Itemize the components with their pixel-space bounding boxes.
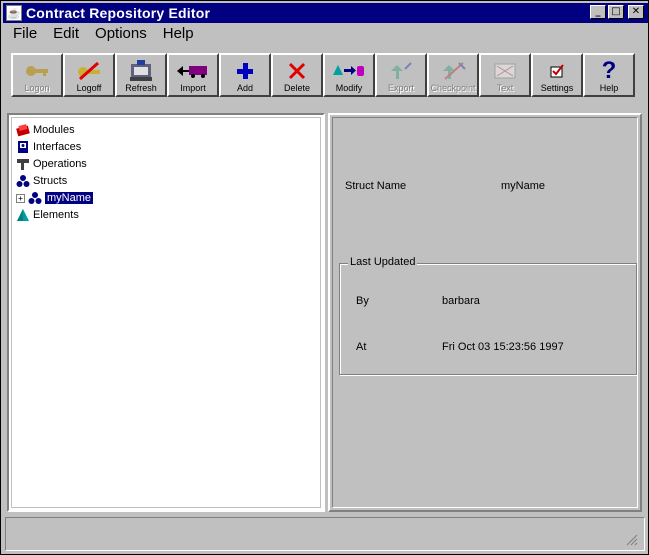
app-window: ☕ Contract Repository Editor _ □ ✕ File …: [0, 0, 649, 555]
settings-icon: [548, 59, 566, 83]
menu-edit[interactable]: Edit: [45, 25, 87, 42]
key-icon: [24, 59, 50, 83]
logon-button[interactable]: Logon: [11, 53, 63, 97]
minimize-button[interactable]: _: [590, 5, 606, 19]
struct-name-label: Struct Name: [345, 180, 407, 192]
plus-icon: [235, 59, 255, 83]
tree-item-structs[interactable]: Structs: [16, 173, 67, 189]
maximize-button[interactable]: □: [608, 5, 624, 19]
modify-button[interactable]: Modify: [323, 53, 375, 97]
refresh-button[interactable]: Refresh: [115, 53, 167, 97]
checkpoint-button[interactable]: Checkpoint: [427, 53, 479, 97]
import-truck-icon: [176, 59, 210, 83]
window-title: Contract Repository Editor: [26, 5, 211, 21]
menu-file[interactable]: File: [5, 25, 45, 42]
tree-pane[interactable]: Modules Interfaces Operations Structs + …: [7, 113, 325, 512]
refresh-icon: [128, 59, 154, 83]
key-cancel-icon: [76, 59, 102, 83]
menu-options[interactable]: Options: [87, 25, 155, 42]
close-button[interactable]: ✕: [628, 5, 644, 19]
delete-button[interactable]: Delete: [271, 53, 323, 97]
title-bar[interactable]: ☕ Contract Repository Editor _ □ ✕: [3, 3, 648, 23]
import-button[interactable]: Import: [167, 53, 219, 97]
help-button[interactable]: ? Help: [583, 53, 635, 97]
elements-icon: [16, 208, 30, 222]
expand-toggle[interactable]: +: [16, 193, 25, 203]
by-value: barbara: [442, 295, 480, 307]
tree-item-myname[interactable]: + myName: [16, 190, 94, 206]
detail-panel: Struct Name myName Last Updated By barba…: [332, 117, 638, 508]
modules-icon: [16, 123, 30, 137]
at-value: Fri Oct 03 15:23:56 1997: [442, 341, 564, 353]
struct-name-value: myName: [501, 180, 546, 192]
interfaces-icon: [16, 140, 30, 154]
tree-item-modules[interactable]: Modules: [16, 122, 75, 138]
text-button[interactable]: Text: [479, 53, 531, 97]
status-bar: [5, 517, 645, 551]
tree-item-operations[interactable]: Operations: [16, 156, 87, 172]
toolbar: Logon Logoff Refresh Import Add Delete M…: [11, 53, 635, 97]
settings-button[interactable]: Settings: [531, 53, 583, 97]
structs-icon: [16, 174, 30, 188]
question-icon: ?: [601, 57, 617, 84]
at-label: At: [356, 341, 367, 353]
x-icon: [287, 59, 307, 83]
logoff-button[interactable]: Logoff: [63, 53, 115, 97]
tree-item-elements[interactable]: Elements: [16, 207, 79, 223]
menu-help[interactable]: Help: [155, 25, 202, 42]
by-label: By: [356, 295, 369, 307]
last-updated-title: Last Updated: [348, 256, 418, 268]
tree-item-interfaces[interactable]: Interfaces: [16, 139, 81, 155]
tree-view: Modules Interfaces Operations Structs + …: [11, 117, 321, 508]
modify-icon: [332, 59, 366, 83]
operations-icon: [16, 157, 30, 171]
export-button[interactable]: Export: [375, 53, 427, 97]
window-controls: _ □ ✕: [590, 5, 644, 19]
struct-icon: [28, 191, 42, 205]
menu-bar: File Edit Options Help: [5, 23, 202, 43]
resize-grip-icon[interactable]: [626, 534, 638, 546]
detail-pane: Struct Name myName Last Updated By barba…: [328, 113, 642, 512]
add-button[interactable]: Add: [219, 53, 271, 97]
java-app-icon[interactable]: ☕: [6, 5, 22, 21]
text-icon: [493, 59, 517, 83]
export-icon: [387, 59, 415, 83]
checkpoint-icon: [439, 59, 467, 83]
last-updated-group: Last Updated By barbara At Fri Oct 03 15…: [339, 256, 637, 375]
